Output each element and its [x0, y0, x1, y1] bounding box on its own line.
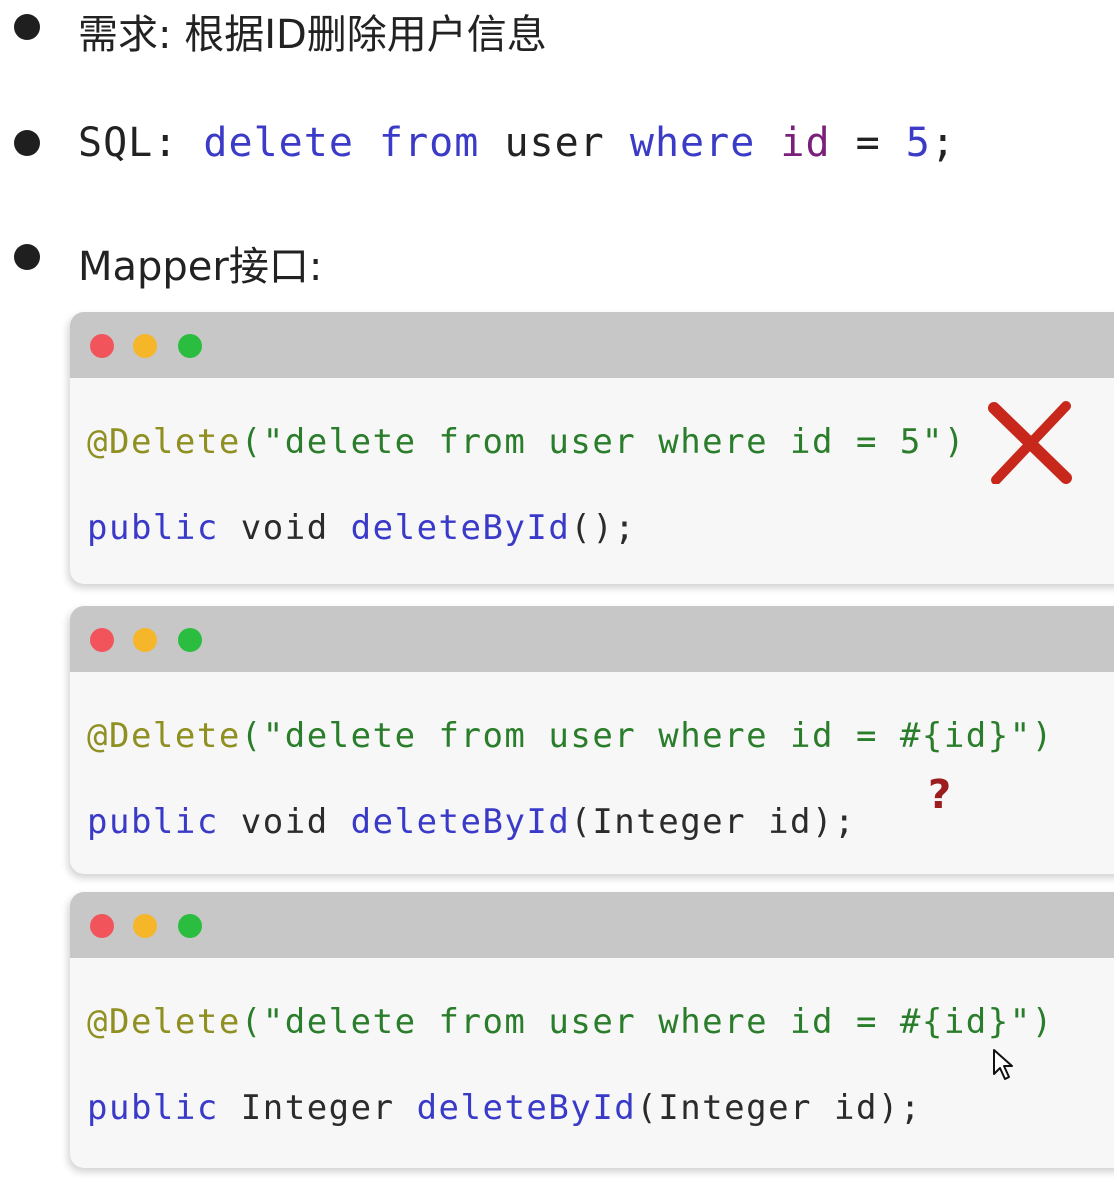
cross-icon: [988, 401, 1072, 484]
annotation-line: @Delete("delete from user where id = 5"): [87, 422, 966, 462]
method-name: deleteById: [350, 802, 571, 842]
sql-column-id: id: [780, 120, 831, 166]
return-type: void: [218, 508, 351, 548]
return-type: Integer: [218, 1088, 417, 1128]
method-params: (Integer id);: [570, 802, 856, 842]
sql-table-name: user: [504, 120, 605, 166]
code-window-3: @Delete("delete from user where id = #{i…: [70, 892, 1114, 1168]
modifier-keyword: public: [87, 508, 219, 548]
window-titlebar: [70, 892, 1114, 958]
modifier-keyword: public: [87, 802, 219, 842]
sql-string: ("delete from user where id = #{id}"): [240, 1002, 1054, 1042]
sql-from-keyword: from: [379, 120, 480, 166]
delete-annotation: @Delete: [87, 422, 241, 462]
mapper-label: Mapper接口:: [78, 244, 323, 290]
delete-annotation: @Delete: [87, 716, 241, 756]
close-dot-icon[interactable]: [90, 628, 114, 652]
annotation-line: @Delete("delete from user where id = #{i…: [87, 716, 1054, 756]
return-type: void: [218, 802, 351, 842]
minimize-dot-icon[interactable]: [133, 914, 157, 938]
code-window-1: @Delete("delete from user where id = 5")…: [70, 312, 1114, 584]
method-line: public void deleteById(Integer id);: [87, 802, 856, 842]
maximize-dot-icon[interactable]: [178, 914, 202, 938]
bullet-dot-icon: [14, 244, 40, 270]
question-mark: ?: [928, 772, 952, 818]
method-name: deleteById: [416, 1088, 637, 1128]
modifier-keyword: public: [87, 1088, 219, 1128]
bullet-dot-icon: [14, 14, 40, 40]
requirement-text: 需求: 根据ID删除用户信息: [78, 12, 547, 58]
method-params: (Integer id);: [636, 1088, 922, 1128]
sql-label: SQL:: [78, 120, 204, 166]
window-titlebar: [70, 606, 1114, 672]
sql-where-keyword: where: [629, 120, 756, 166]
sql-value: 5: [905, 120, 931, 166]
sql-string: ("delete from user where id = #{id}"): [240, 716, 1054, 756]
bullet-dot-icon: [14, 130, 40, 156]
code-window-2: @Delete("delete from user where id = #{i…: [70, 606, 1114, 874]
method-name: deleteById: [350, 508, 571, 548]
minimize-dot-icon[interactable]: [133, 334, 157, 358]
method-line: public Integer deleteById(Integer id);: [87, 1088, 922, 1128]
window-titlebar: [70, 312, 1114, 378]
minimize-dot-icon[interactable]: [133, 628, 157, 652]
close-dot-icon[interactable]: [90, 914, 114, 938]
maximize-dot-icon[interactable]: [178, 334, 202, 358]
sql-string: ("delete from user where id = 5"): [240, 422, 966, 462]
sql-statement: SQL: delete from user where id = 5;: [78, 120, 956, 166]
sql-delete-keyword: delete: [203, 120, 354, 166]
delete-annotation: @Delete: [87, 1002, 241, 1042]
method-params: ();: [570, 508, 637, 548]
close-dot-icon[interactable]: [90, 334, 114, 358]
maximize-dot-icon[interactable]: [178, 628, 202, 652]
method-line: public void deleteById();: [87, 508, 636, 548]
annotation-line: @Delete("delete from user where id = #{i…: [87, 1002, 1054, 1042]
cursor-icon: [993, 1049, 1013, 1080]
